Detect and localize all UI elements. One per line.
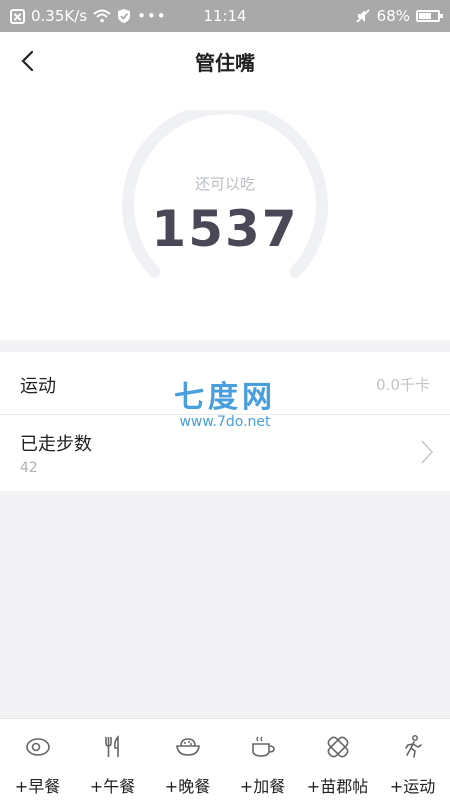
steps-label: 已走步数 bbox=[20, 434, 92, 455]
add-dinner-button[interactable]: +晚餐 bbox=[150, 719, 225, 801]
exercise-label: 运动 bbox=[20, 376, 56, 397]
patch-icon bbox=[327, 736, 348, 758]
add-exercise-button[interactable]: +运动 bbox=[375, 719, 450, 801]
bottom-action-bar: +早餐 +午餐 +晚餐 +加餐 +苗郡帖 +运动 bbox=[0, 718, 450, 801]
add-patch-label: +苗郡帖 bbox=[306, 777, 369, 796]
activity-list: 运动 0.0千卡 已走步数 42 bbox=[0, 352, 450, 491]
add-lunch-button[interactable]: +午餐 bbox=[75, 719, 150, 801]
list-item-steps[interactable]: 已走步数 42 bbox=[0, 415, 450, 491]
status-bar: 0.35K/s ••• 11:14 68% bbox=[0, 0, 450, 32]
exercise-calories: 0.0千卡 bbox=[376, 376, 430, 394]
add-patch-button[interactable]: +苗郡帖 bbox=[300, 719, 375, 801]
list-item-exercise: 运动 0.0千卡 bbox=[0, 352, 450, 415]
back-button[interactable] bbox=[10, 44, 44, 78]
status-right: 68% bbox=[355, 0, 443, 32]
more-icon: ••• bbox=[137, 7, 167, 25]
add-breakfast-label: +早餐 bbox=[14, 777, 61, 796]
add-exercise-label: +运动 bbox=[389, 777, 436, 796]
header: 管住嘴 bbox=[0, 32, 450, 90]
add-snack-button[interactable]: +加餐 bbox=[225, 719, 300, 801]
remaining-calories: 1537 bbox=[151, 200, 299, 258]
gauge-label: 还可以吃 bbox=[194, 175, 255, 193]
network-speed: 0.35K/s bbox=[31, 7, 88, 25]
chevron-right-icon bbox=[421, 440, 434, 464]
battery-icon bbox=[416, 10, 443, 22]
add-lunch-label: +午餐 bbox=[89, 777, 136, 796]
calorie-gauge: 还可以吃 1537 bbox=[0, 90, 450, 340]
rice-bowl-icon bbox=[175, 738, 200, 756]
wifi-icon bbox=[93, 9, 111, 23]
add-snack-label: +加餐 bbox=[239, 777, 286, 796]
coffee-cup-icon bbox=[251, 736, 275, 757]
steps-count: 42 bbox=[20, 460, 38, 476]
status-left: 0.35K/s ••• bbox=[10, 0, 167, 32]
chevron-left-icon bbox=[21, 50, 34, 72]
egg-icon bbox=[25, 738, 50, 756]
mute-icon bbox=[356, 9, 370, 23]
add-breakfast-button[interactable]: +早餐 bbox=[0, 719, 75, 801]
shield-icon bbox=[118, 9, 131, 23]
notification-icon bbox=[10, 8, 25, 24]
page-title: 管住嘴 bbox=[195, 51, 255, 75]
add-dinner-label: +晚餐 bbox=[164, 777, 211, 796]
battery-percent: 68% bbox=[376, 7, 410, 25]
fork-knife-icon bbox=[104, 735, 119, 757]
running-icon bbox=[404, 735, 422, 758]
